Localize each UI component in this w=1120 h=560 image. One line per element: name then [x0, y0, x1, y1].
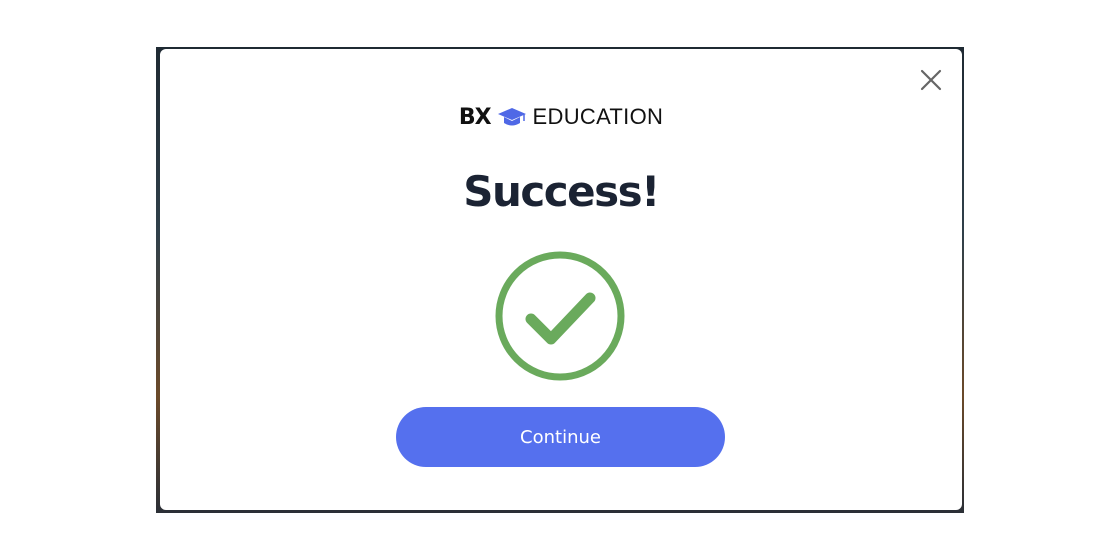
dialog-title: Success!: [463, 167, 660, 216]
brand-prefix: BX: [458, 104, 492, 130]
graduation-cap-icon: [497, 106, 527, 128]
close-icon: [920, 69, 942, 91]
brand-logo: BX EDUCATION: [160, 104, 962, 130]
brand-suffix: EDUCATION: [532, 104, 664, 129]
checkmark-circle-icon: [493, 249, 627, 383]
continue-button[interactable]: Continue: [396, 407, 725, 467]
close-button[interactable]: [918, 67, 944, 93]
success-dialog: BX EDUCATION Success! Continue: [160, 49, 962, 510]
